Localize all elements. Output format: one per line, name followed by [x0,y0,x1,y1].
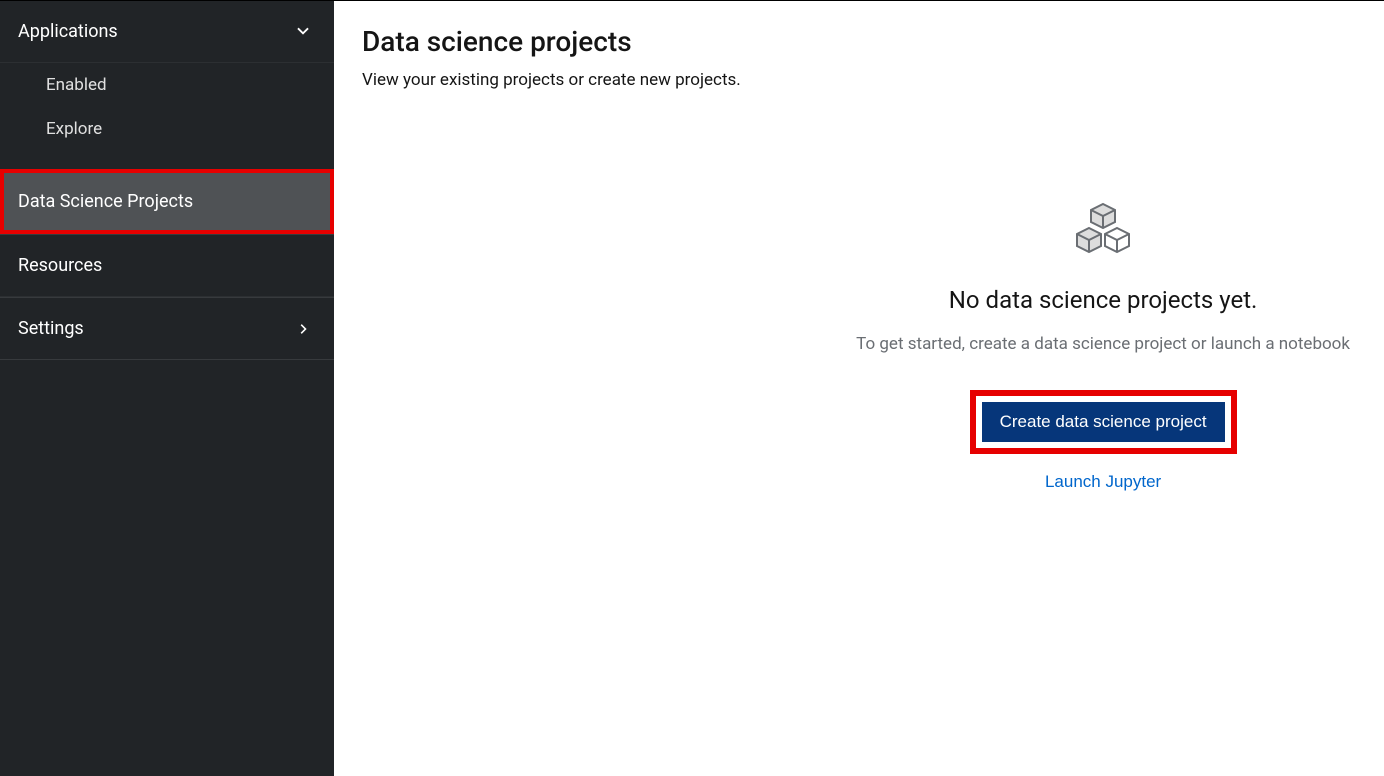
chevron-down-icon [296,25,310,39]
cubes-icon [1071,200,1135,258]
applications-label: Applications [18,21,118,42]
settings-label: Settings [18,318,84,339]
launch-jupyter-link[interactable]: Launch Jupyter [1045,472,1161,492]
applications-subitems: Enabled Explore [0,63,334,169]
create-project-button[interactable]: Create data science project [982,402,1225,442]
empty-description: To get started, create a data science pr… [856,334,1350,354]
sidebar-subitem-explore[interactable]: Explore [0,107,334,151]
empty-state: No data science projects yet. To get sta… [362,200,1356,492]
sidebar: Applications Enabled Explore Data Scienc… [0,1,334,776]
empty-title: No data science projects yet. [949,286,1258,314]
create-button-highlight: Create data science project [970,390,1237,454]
chevron-right-icon [298,323,310,335]
page-title: Data science projects [362,25,1356,58]
main-content: Data science projects View your existing… [334,1,1384,776]
sidebar-subitem-enabled[interactable]: Enabled [0,63,334,107]
sidebar-item-resources[interactable]: Resources [0,234,334,297]
resources-label: Resources [18,255,102,276]
sidebar-section-applications[interactable]: Applications [0,1,334,63]
sidebar-item-data-science-projects[interactable]: Data Science Projects [0,169,334,234]
empty-state-inner: No data science projects yet. To get sta… [856,200,1350,492]
sidebar-section-settings[interactable]: Settings [0,297,334,360]
page-subtitle: View your existing projects or create ne… [362,70,1356,90]
